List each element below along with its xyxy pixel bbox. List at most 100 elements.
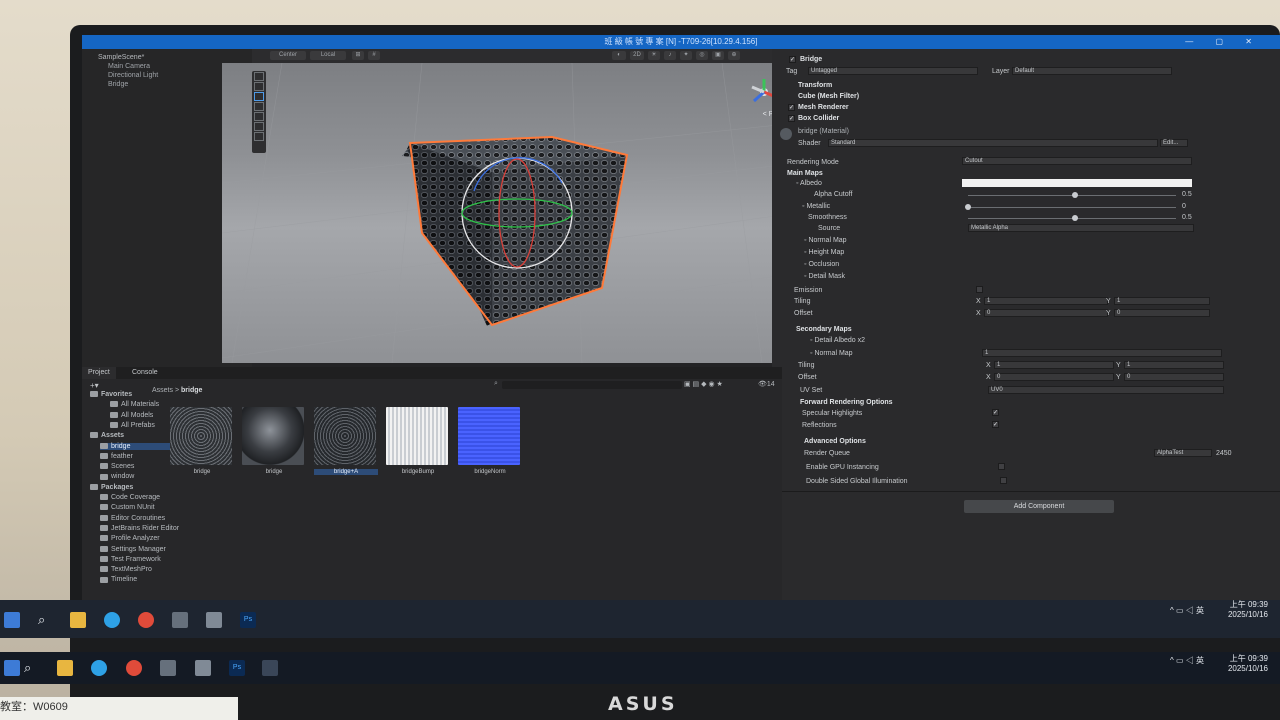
metallic-knob[interactable] [965,204,971,210]
unity-hub-icon[interactable] [172,612,188,628]
grid-icon[interactable]: # [368,51,380,60]
reflections-checkbox[interactable]: ✓ [992,421,999,428]
tree-item-code-coverage[interactable]: Code Coverage [100,494,208,501]
window-controls[interactable]: — ▢ ✕ [1185,35,1262,49]
unity-editor-icon[interactable] [206,612,222,628]
secondary-tiling-y-field[interactable]: 1 [1124,361,1224,369]
audio-icon[interactable]: ♪ [664,51,676,60]
space-dropdown[interactable]: Local [310,51,346,60]
windows-start-icon[interactable] [4,612,20,628]
tiling-y-field[interactable]: 1 [1114,297,1210,305]
edge-icon[interactable] [104,612,120,628]
hidden-objects-icon[interactable]: ◎ [696,51,708,60]
secondary-normal-map-slot[interactable]: ◦ Normal Map [810,350,853,357]
offset-x-field[interactable]: 0 [984,309,1108,317]
rendering-mode-dropdown[interactable]: Cutout [962,157,1192,165]
emission-checkbox[interactable] [976,286,983,293]
tiling-x-field[interactable]: 1 [984,297,1108,305]
uv-set-dropdown[interactable]: UV0 [988,386,1224,394]
search-icon[interactable]: ⌕ [24,660,40,676]
smoothness-slider[interactable] [968,215,1176,221]
shader-edit-button[interactable]: Edit... [1160,139,1188,147]
height-map-slot[interactable]: ◦ Height Map [804,249,844,256]
add-component-button[interactable]: Add Component [964,500,1114,513]
detail-mask-slot[interactable]: ◦ Detail Mask [804,273,845,280]
normal-map-slot[interactable]: ◦ Normal Map [804,237,847,244]
hidden-count[interactable]: 👁14 [758,380,775,388]
asset-item[interactable]: bridge+A [314,407,378,485]
tree-item-textmeshpro[interactable]: TextMeshPro [100,566,208,573]
tab-console[interactable]: Console [126,367,164,379]
edge-icon[interactable] [91,660,107,676]
unity-editor-icon[interactable] [195,660,211,676]
windows-start-icon[interactable] [4,660,20,676]
render-queue-value[interactable]: 2450 [1216,450,1232,457]
alpha-cutoff-value[interactable]: 0.5 [1182,191,1192,198]
tree-item-timeline[interactable]: Timeline [100,576,208,583]
secondary-offset-x-field[interactable]: 0 [994,373,1114,381]
project-search-input[interactable] [502,381,682,389]
bridge-cube[interactable] [402,135,629,330]
box-collider-checkbox[interactable]: ✓ [788,115,795,122]
render-queue-dropdown[interactable]: AlphaTest [1154,449,1212,457]
secondary-normal-scale-field[interactable]: 1 [982,349,1222,357]
filter-icons[interactable]: ▣ ▤ ◆ ◉ ★ [684,380,723,388]
metallic-label[interactable]: ◦ Metallic [802,203,830,210]
tab-project[interactable]: Project [82,367,116,379]
source-dropdown[interactable]: Metallic Alpha [968,224,1194,232]
component-transform[interactable]: Transform [798,82,832,89]
scene-view[interactable]: < Persp [222,63,797,363]
lighting-icon[interactable]: ☀ [648,51,660,60]
window-titlebar[interactable]: 班 級 帳 號 專 案 [N] -T709-26[10.29.4.156] — … [82,35,1280,49]
layer-dropdown[interactable]: Default [1012,67,1172,75]
material-name[interactable]: bridge (Material) [798,128,849,135]
double-sided-gi-checkbox[interactable] [1000,477,1007,484]
component-box-collider[interactable]: Box Collider [798,115,839,122]
breadcrumb-current[interactable]: bridge [181,387,202,394]
create-plus-icon[interactable]: +▾ [90,381,99,390]
hand-tool-icon[interactable] [254,72,264,81]
object-name[interactable]: Bridge [800,56,822,63]
pivot-dropdown[interactable]: Center [270,51,306,60]
toggle-2d-button[interactable]: 2D [630,51,644,60]
file-explorer-icon[interactable] [70,612,86,628]
system-tray[interactable]: ^ ▭ ◁ 英 [1160,656,1204,666]
tree-item-settings-manager[interactable]: Settings Manager [100,546,208,553]
secondary-tiling-x-field[interactable]: 1 [994,361,1114,369]
albedo-label[interactable]: ◦ Albedo [796,180,822,187]
rotate-tool-icon[interactable] [254,92,264,101]
camera-icon[interactable]: ▣ [712,51,724,60]
specular-highlights-checkbox[interactable]: ✓ [992,409,999,416]
chrome-icon[interactable] [126,660,142,676]
search-icon[interactable]: ⌕ [38,612,54,628]
component-mesh-filter[interactable]: Cube (Mesh Filter) [798,93,859,100]
alpha-cutoff-slider[interactable] [968,192,1176,198]
asset-item[interactable]: bridgeBump [386,407,450,485]
smoothness-value[interactable]: 0.5 [1182,214,1192,221]
transform-tool-icon[interactable] [254,122,264,131]
remote-desktop-icon[interactable] [262,660,278,676]
move-tool-icon[interactable] [254,82,264,91]
metallic-slider[interactable] [965,204,1176,210]
rect-tool-icon[interactable] [254,112,264,121]
tree-item-profile-analyzer[interactable]: Profile Analyzer [100,535,208,542]
tree-item-custom-nunit[interactable]: Custom NUnit [100,504,208,511]
asset-item[interactable]: bridge [170,407,234,485]
shading-icon[interactable]: ◐ [612,51,626,60]
tag-dropdown[interactable]: Untagged [808,67,978,75]
breadcrumb-root[interactable]: Assets [152,387,173,394]
offset-y-field[interactable]: 0 [1114,309,1210,317]
occlusion-slot[interactable]: ◦ Occlusion [804,261,839,268]
metallic-value[interactable]: 0 [1182,203,1186,210]
shader-dropdown[interactable]: Standard [828,139,1158,147]
hierarchy-scene[interactable]: SampleScene* [82,53,252,62]
tree-item-editor-coroutines[interactable]: Editor Coroutines [100,515,208,522]
alpha-cutoff-knob[interactable] [1072,192,1078,198]
object-active-checkbox[interactable]: ✓ [789,56,796,63]
custom-tool-icon[interactable] [254,132,264,141]
albedo-color-field[interactable] [962,179,1192,187]
scale-tool-icon[interactable] [254,102,264,111]
asset-item[interactable]: bridge [242,407,306,485]
tree-item-test-framework[interactable]: Test Framework [100,556,208,563]
component-mesh-renderer[interactable]: Mesh Renderer [798,104,849,111]
